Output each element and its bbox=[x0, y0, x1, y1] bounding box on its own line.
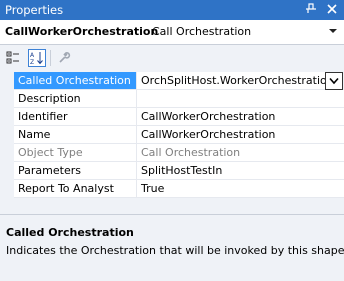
property-name[interactable]: Name bbox=[14, 126, 137, 144]
property-value[interactable] bbox=[137, 90, 344, 108]
chevron-down-icon bbox=[329, 77, 339, 85]
row-margin bbox=[0, 144, 14, 162]
row-margin bbox=[0, 180, 14, 198]
row-margin bbox=[0, 108, 14, 126]
svg-text:A: A bbox=[30, 52, 35, 59]
selected-object-name: CallWorkerOrchestration bbox=[5, 25, 159, 38]
properties-toolbar: A Z bbox=[0, 45, 344, 71]
svg-text:Z: Z bbox=[30, 59, 34, 65]
property-name[interactable]: Object Type bbox=[14, 144, 137, 162]
window-title: Properties bbox=[5, 3, 64, 17]
description-text: Indicates the Orchestration that will be… bbox=[6, 244, 344, 257]
properties-title-bar[interactable]: Properties bbox=[0, 0, 344, 20]
property-pages-button[interactable] bbox=[55, 49, 73, 67]
property-value[interactable]: SplitHostTestIn bbox=[137, 162, 344, 180]
toolbar-separator bbox=[50, 50, 51, 66]
property-name[interactable]: Called Orchestration bbox=[14, 72, 137, 90]
property-row-name[interactable]: Name CallWorkerOrchestration bbox=[0, 126, 344, 144]
row-margin bbox=[0, 72, 14, 90]
value-dropdown-button[interactable] bbox=[325, 72, 343, 90]
description-title: Called Orchestration bbox=[6, 226, 134, 239]
property-row-description[interactable]: Description bbox=[0, 90, 344, 108]
property-value[interactable]: CallWorkerOrchestration bbox=[137, 108, 344, 126]
alphabetical-button[interactable]: A Z bbox=[28, 49, 46, 67]
property-row-called-orchestration[interactable]: Called Orchestration OrchSplitHost.Worke… bbox=[0, 72, 344, 90]
property-name[interactable]: Description bbox=[14, 90, 137, 108]
object-selector[interactable]: CallWorkerOrchestration Call Orchestrati… bbox=[0, 20, 344, 45]
property-value[interactable]: True bbox=[137, 180, 344, 198]
alphabetical-icon: A Z bbox=[30, 52, 43, 65]
property-name[interactable]: Parameters bbox=[14, 162, 137, 180]
row-margin bbox=[0, 162, 14, 180]
pin-icon[interactable] bbox=[304, 3, 318, 17]
property-value[interactable]: OrchSplitHost.WorkerOrchestration bbox=[137, 72, 327, 90]
property-grid: Called Orchestration OrchSplitHost.Worke… bbox=[0, 72, 344, 207]
row-margin bbox=[0, 90, 14, 108]
property-row-identifier[interactable]: Identifier CallWorkerOrchestration bbox=[0, 108, 344, 126]
chevron-down-icon[interactable] bbox=[328, 26, 338, 36]
property-row-object-type[interactable]: Object Type Call Orchestration bbox=[0, 144, 344, 162]
property-value: Call Orchestration bbox=[137, 144, 344, 162]
property-name[interactable]: Report To Analyst bbox=[14, 180, 137, 198]
property-row-parameters[interactable]: Parameters SplitHostTestIn bbox=[0, 162, 344, 180]
property-value[interactable]: CallWorkerOrchestration bbox=[137, 126, 344, 144]
selected-object-type: Call Orchestration bbox=[152, 25, 252, 38]
property-name[interactable]: Identifier bbox=[14, 108, 137, 126]
property-pages-icon bbox=[59, 52, 71, 63]
row-margin bbox=[0, 126, 14, 144]
close-icon[interactable] bbox=[325, 3, 339, 17]
description-pane: Called Orchestration Indicates the Orche… bbox=[0, 215, 344, 281]
categorized-icon bbox=[6, 51, 19, 64]
property-row-report-to-analyst[interactable]: Report To Analyst True bbox=[0, 180, 344, 198]
categorized-button[interactable] bbox=[4, 49, 22, 67]
